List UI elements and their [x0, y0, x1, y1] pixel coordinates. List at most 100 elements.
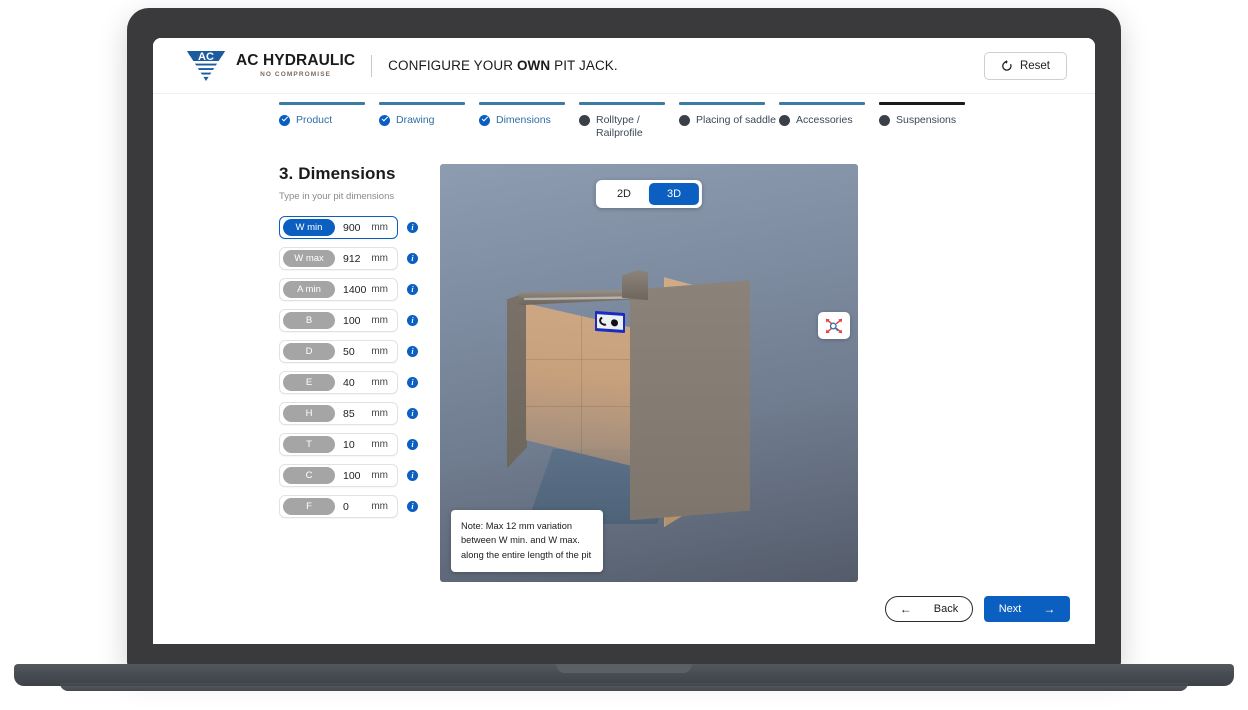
step-label: Placing of saddle: [696, 114, 776, 127]
step-label: Product: [296, 114, 332, 127]
dimension-field[interactable]: C mm: [279, 464, 398, 487]
dimension-label: C: [283, 467, 335, 484]
dimension-field[interactable]: A min mm: [279, 278, 398, 301]
move-axes-button[interactable]: [818, 312, 850, 339]
dimension-field[interactable]: B mm: [279, 309, 398, 332]
dot-icon: [779, 115, 790, 126]
dimension-field-list: W min mm i W max mm i: [279, 216, 418, 518]
toggle-option-2d[interactable]: 2D: [599, 183, 649, 205]
dimension-field[interactable]: E mm: [279, 371, 398, 394]
stepper-item-suspensions[interactable]: Suspensions: [879, 102, 979, 140]
reset-button[interactable]: Reset: [984, 52, 1067, 80]
stepper-item-drawing[interactable]: Drawing: [379, 102, 479, 140]
headline-post: PIT JACK.: [550, 58, 618, 73]
app-header: AC AC HYDRAULIC NO COMPROMISE CONFIGURE …: [153, 38, 1095, 94]
dimension-unit: mm: [371, 253, 394, 264]
brand-name: AC HYDRAULIC: [236, 53, 355, 69]
dimension-field[interactable]: F mm: [279, 495, 398, 518]
stepper-item-dimensions[interactable]: Dimensions: [479, 102, 579, 140]
step-label: Suspensions: [896, 114, 956, 127]
dimension-unit: mm: [371, 501, 394, 512]
stepper-item-placing-of-saddle[interactable]: Placing of saddle: [679, 102, 779, 140]
dimension-unit: mm: [371, 284, 394, 295]
app-screen: AC AC HYDRAULIC NO COMPROMISE CONFIGURE …: [153, 38, 1095, 644]
stepper-nav: Product Drawing Dimensions: [279, 102, 979, 140]
step-bar: [479, 102, 565, 105]
dimension-label: E: [283, 374, 335, 391]
dimension-row-c[interactable]: C mm i: [279, 464, 418, 487]
dimension-input-a-min[interactable]: [335, 284, 371, 296]
dimension-row-h[interactable]: H mm i: [279, 402, 418, 425]
dimension-unit: mm: [371, 222, 394, 233]
page-title: 3. Dimensions: [279, 164, 418, 184]
view-mode-toggle[interactable]: 2D 3D: [596, 180, 702, 208]
main-content: 3. Dimensions Type in your pit dimension…: [153, 140, 1095, 582]
dimension-input-c[interactable]: [335, 470, 371, 482]
note-tooltip: Note: Max 12 mm variation between W min.…: [451, 510, 603, 572]
headline-pre: CONFIGURE YOUR: [388, 58, 517, 73]
info-icon[interactable]: i: [407, 439, 418, 450]
dimension-field[interactable]: D mm: [279, 340, 398, 363]
next-button[interactable]: Next →: [984, 596, 1070, 622]
brand-logo[interactable]: AC AC HYDRAULIC NO COMPROMISE: [185, 48, 355, 84]
info-icon[interactable]: i: [407, 470, 418, 481]
arrow-right-icon: →: [1043, 603, 1055, 615]
stepper-item-product[interactable]: Product: [279, 102, 379, 140]
check-circle-icon: [379, 115, 390, 126]
step-bar: [579, 102, 665, 105]
dimension-row-e[interactable]: E mm i: [279, 371, 418, 394]
arrow-left-icon: ←: [900, 603, 912, 615]
check-circle-icon: [479, 115, 490, 126]
stepper-item-accessories[interactable]: Accessories: [779, 102, 879, 140]
dimension-field[interactable]: W min mm: [279, 216, 398, 239]
dimension-row-f[interactable]: F mm i: [279, 495, 418, 518]
step-bar: [879, 102, 965, 105]
dot-icon: [679, 115, 690, 126]
dimension-field[interactable]: W max mm: [279, 247, 398, 270]
dimension-input-f[interactable]: [335, 501, 371, 513]
dimension-unit: mm: [371, 315, 394, 326]
step-bar: [279, 102, 365, 105]
info-icon[interactable]: i: [407, 377, 418, 388]
dimension-input-d[interactable]: [335, 346, 371, 358]
dimension-row-d[interactable]: D mm i: [279, 340, 418, 363]
dimension-label: W max: [283, 250, 335, 267]
dimension-input-b[interactable]: [335, 315, 371, 327]
dimension-unit: mm: [371, 408, 394, 419]
model-brand-badge: [595, 311, 625, 333]
dimension-input-h[interactable]: [335, 408, 371, 420]
pit-wall-left-edge: [507, 292, 527, 468]
dimension-input-t[interactable]: [335, 439, 371, 451]
dimension-row-a-min[interactable]: A min mm i: [279, 278, 418, 301]
step-bar: [679, 102, 765, 105]
viewer-column: 2D 3D Note:: [440, 164, 858, 582]
info-icon[interactable]: i: [407, 346, 418, 357]
dimension-row-b[interactable]: B mm i: [279, 309, 418, 332]
ac-hydraulic-logo-icon: AC: [185, 48, 227, 84]
dimension-input-w-max[interactable]: [335, 253, 371, 265]
dimension-label: D: [283, 343, 335, 360]
dimension-row-w-max[interactable]: W max mm i: [279, 247, 418, 270]
dimension-row-w-min[interactable]: W min mm i: [279, 216, 418, 239]
info-icon[interactable]: i: [407, 222, 418, 233]
info-icon[interactable]: i: [407, 408, 418, 419]
dimension-field[interactable]: T mm: [279, 433, 398, 456]
info-icon[interactable]: i: [407, 315, 418, 326]
info-icon[interactable]: i: [407, 253, 418, 264]
step-bar: [779, 102, 865, 105]
info-icon[interactable]: i: [407, 501, 418, 512]
step-label: Drawing: [396, 114, 435, 127]
header-divider: [371, 55, 372, 77]
dimension-label: A min: [283, 281, 335, 298]
model-viewer[interactable]: 2D 3D Note:: [440, 164, 858, 582]
info-icon[interactable]: i: [407, 284, 418, 295]
dimension-row-t[interactable]: T mm i: [279, 433, 418, 456]
dimension-input-e[interactable]: [335, 377, 371, 389]
reset-label: Reset: [1020, 60, 1050, 72]
dimension-field[interactable]: H mm: [279, 402, 398, 425]
dimension-label: H: [283, 405, 335, 422]
toggle-option-3d[interactable]: 3D: [649, 183, 699, 205]
stepper-item-rolltype-railprofile[interactable]: Rolltype / Railprofile: [579, 102, 679, 140]
back-button[interactable]: ← Back: [885, 596, 973, 622]
dimension-input-w-min[interactable]: [335, 222, 371, 234]
